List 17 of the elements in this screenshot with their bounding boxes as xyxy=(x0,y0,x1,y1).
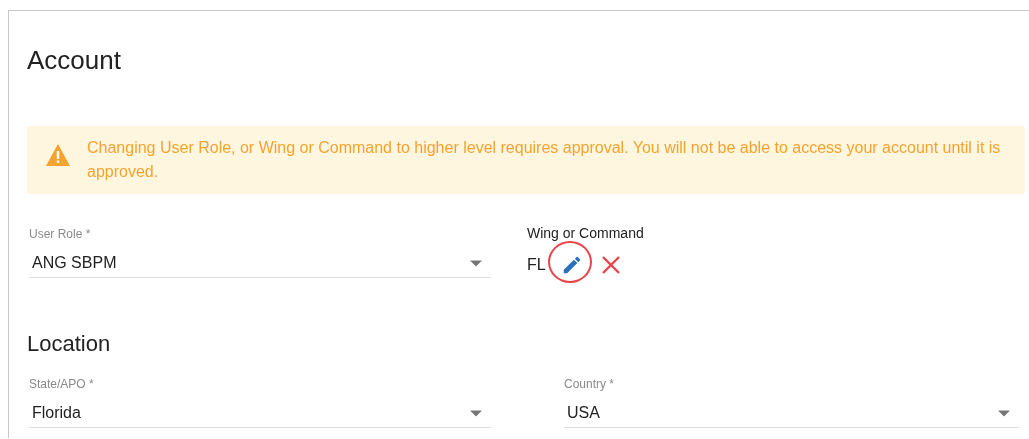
field-label: Country * xyxy=(564,377,616,391)
dropdown-arrow-icon xyxy=(470,259,482,267)
dropdown-arrow-icon xyxy=(998,409,1010,417)
field-label: Wing or Command xyxy=(527,225,644,241)
warning-text: Changing User Role, or Wing or Command to higher level requires approval. You will not be able to access your account until it is approved. xyxy=(87,138,1002,182)
page-title: Account xyxy=(27,44,121,77)
clear-button[interactable] xyxy=(599,254,622,276)
select-field[interactable]: Florida xyxy=(29,399,491,428)
warning-icon xyxy=(45,143,71,167)
field-label: User Role * xyxy=(29,227,92,241)
close-icon xyxy=(599,254,622,276)
field-label: State/APO * xyxy=(29,377,95,391)
dropdown-arrow-icon xyxy=(470,409,482,417)
field-value: FL xyxy=(527,256,546,274)
section-heading: Location xyxy=(27,331,111,357)
select-field[interactable]: USA xyxy=(564,399,1019,428)
select-field[interactable]: ANG SBPM xyxy=(29,249,491,278)
